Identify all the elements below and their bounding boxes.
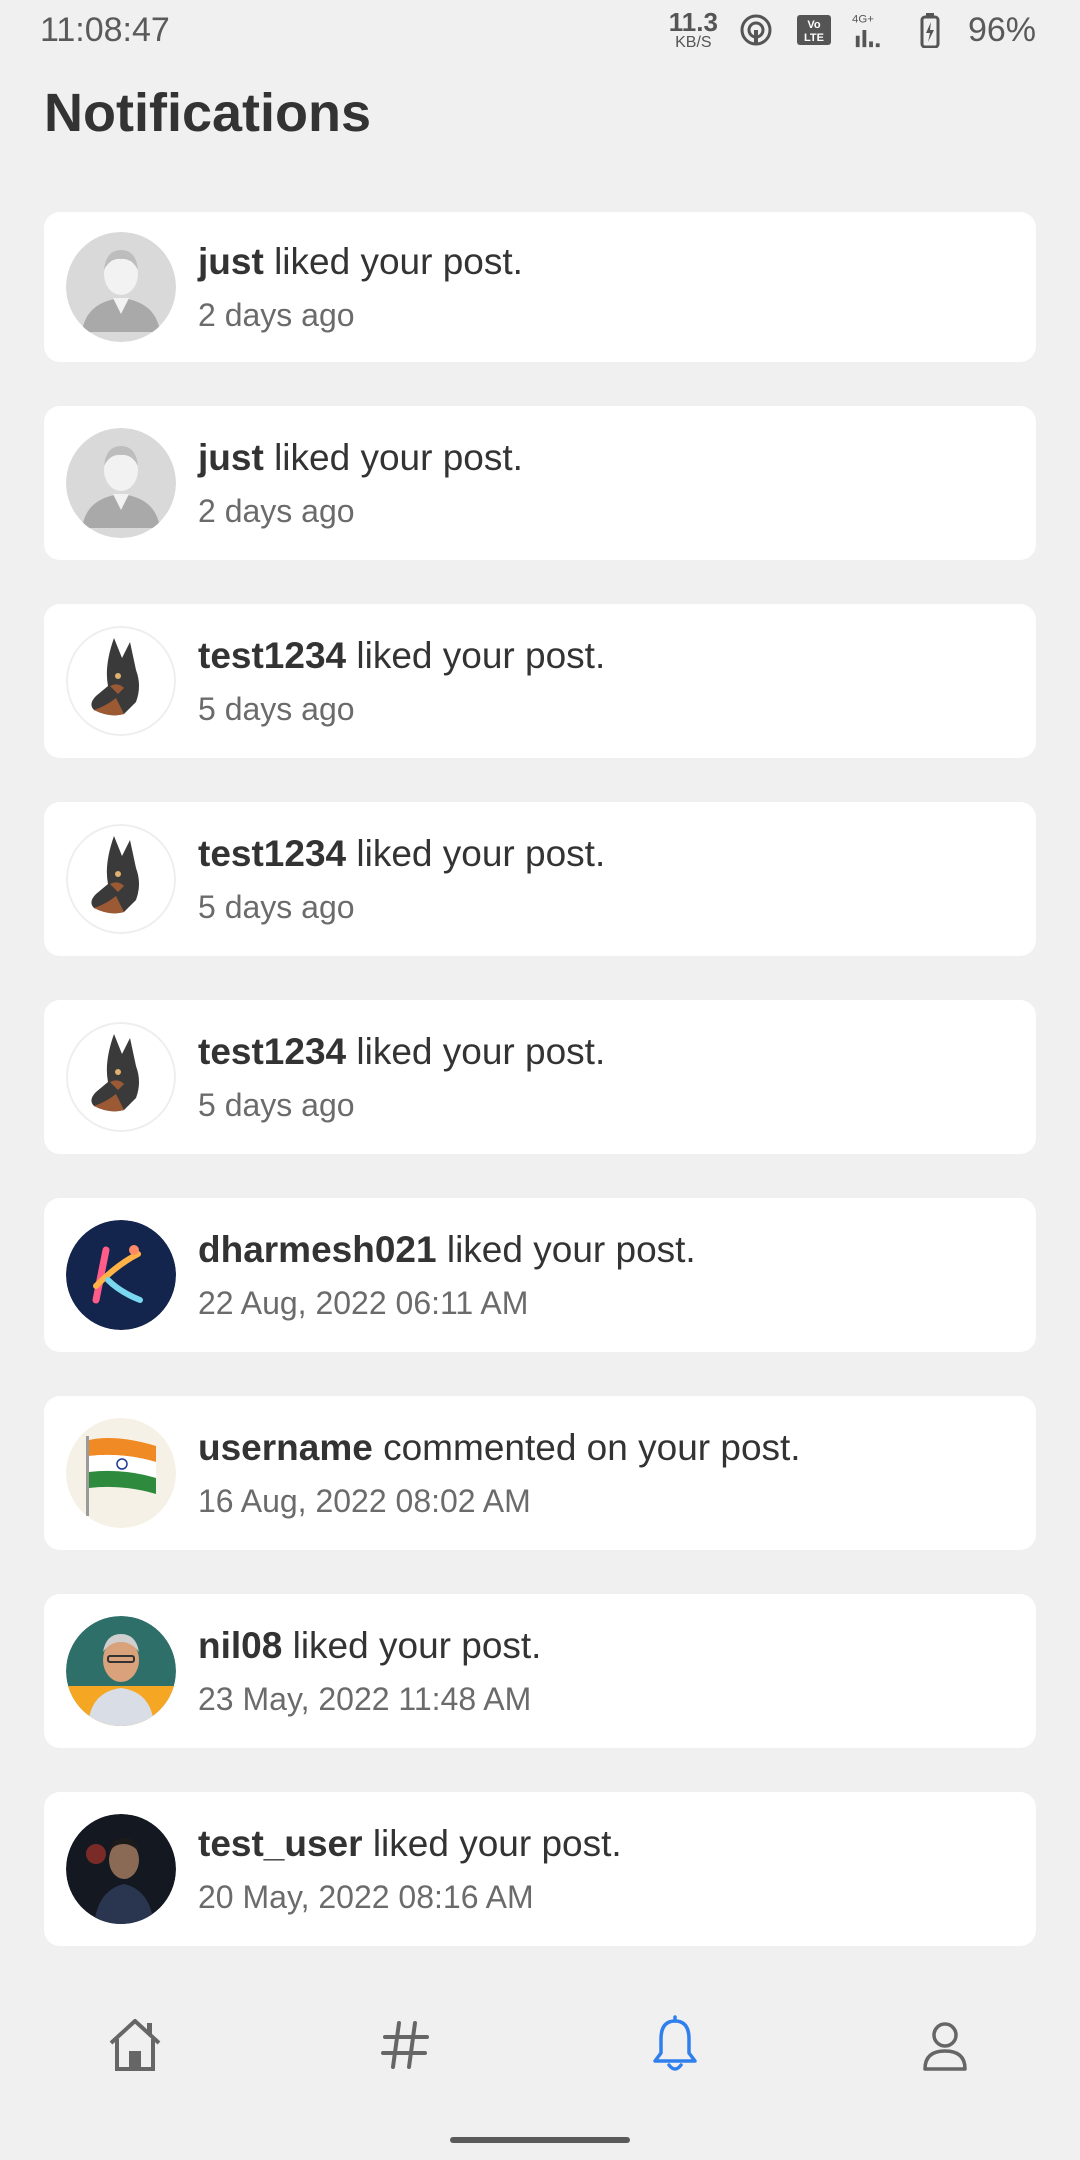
notification-time: 2 days ago xyxy=(198,493,355,529)
notification-username[interactable]: just xyxy=(198,437,264,478)
home-icon xyxy=(109,2019,161,2071)
notification-username[interactable]: test1234 xyxy=(198,635,346,676)
notification-username[interactable]: username xyxy=(198,1427,373,1468)
notification-action: liked your post. xyxy=(274,437,523,478)
notification-list: just liked your post. 2 days ago just li… xyxy=(44,212,1036,1990)
page-title: Notifications xyxy=(44,83,372,143)
notification-action: commented on your post. xyxy=(383,1427,801,1468)
nav-notifications[interactable] xyxy=(635,2005,715,2085)
volte-icon: Vo LTE xyxy=(794,10,834,50)
notification-item[interactable]: test1234 liked your post. 5 days ago xyxy=(44,604,1036,758)
signal-icon: 4G+ xyxy=(852,10,892,50)
status-bar: 11:08:47 11.3 KB/S Vo LTE 4G+ 96% xyxy=(0,0,1080,60)
notification-username[interactable]: just xyxy=(198,241,264,282)
notification-action: liked your post. xyxy=(372,1823,622,1864)
hashtag-icon xyxy=(381,2021,429,2069)
notification-username[interactable]: test_user xyxy=(198,1823,363,1864)
notification-action: liked your post. xyxy=(274,241,523,282)
notification-action: liked your post. xyxy=(446,1229,696,1270)
notification-username[interactable]: dharmesh021 xyxy=(198,1229,437,1270)
status-time: 11:08:47 xyxy=(40,10,170,49)
dog-avatar[interactable] xyxy=(66,626,176,736)
notification-item[interactable]: test1234 liked your post. 5 days ago xyxy=(44,1000,1036,1154)
default-person-avatar[interactable] xyxy=(66,232,176,342)
flag-avatar[interactable] xyxy=(66,1418,176,1528)
notification-username[interactable]: nil08 xyxy=(198,1625,282,1666)
dog-avatar[interactable] xyxy=(66,824,176,934)
home-indicator[interactable] xyxy=(450,2137,630,2143)
net-speed-unit: KB/S xyxy=(675,34,712,51)
notification-time: 5 days ago xyxy=(198,1087,355,1123)
notification-time: 23 May, 2022 11:48 AM xyxy=(198,1681,532,1717)
nav-explore[interactable] xyxy=(365,2005,445,2085)
dog-avatar[interactable] xyxy=(66,1022,176,1132)
battery-level: 96% xyxy=(967,10,1036,49)
notification-time: 2 days ago xyxy=(198,297,355,333)
svg-text:Vo: Vo xyxy=(807,19,821,31)
notification-item[interactable]: dharmesh021 liked your post. 22 Aug, 202… xyxy=(44,1198,1036,1352)
notification-item[interactable]: test_user liked your post. 20 May, 2022 … xyxy=(44,1792,1036,1946)
notification-item[interactable]: username commented on your post. 16 Aug,… xyxy=(44,1396,1036,1550)
notification-username[interactable]: test1234 xyxy=(198,1031,346,1072)
notification-action: liked your post. xyxy=(356,1031,606,1072)
photo-avatar-dark[interactable] xyxy=(66,1814,176,1924)
notification-time: 22 Aug, 2022 06:11 AM xyxy=(198,1285,529,1321)
logo-avatar[interactable] xyxy=(66,1220,176,1330)
notification-time: 5 days ago xyxy=(198,889,355,925)
notification-item[interactable]: just liked your post. 2 days ago xyxy=(44,406,1036,560)
notification-action: liked your post. xyxy=(356,833,606,874)
svg-text:4G+: 4G+ xyxy=(852,13,874,25)
nav-home[interactable] xyxy=(95,2005,175,2085)
notification-item[interactable]: just liked your post. 2 days ago xyxy=(44,212,1036,362)
notification-time: 5 days ago xyxy=(198,691,355,727)
bell-icon xyxy=(653,2015,697,2071)
net-speed: 11.3 KB/S xyxy=(669,9,718,51)
svg-text:LTE: LTE xyxy=(804,32,824,44)
notification-username[interactable]: test1234 xyxy=(198,833,346,874)
photo-avatar[interactable] xyxy=(66,1616,176,1726)
status-icons: 11.3 KB/S Vo LTE 4G+ 96% xyxy=(669,9,1036,51)
hotspot-icon xyxy=(736,10,776,50)
nav-profile[interactable] xyxy=(905,2005,985,2085)
notification-time: 16 Aug, 2022 08:02 AM xyxy=(198,1483,531,1519)
profile-icon xyxy=(923,2022,967,2071)
notification-action: liked your post. xyxy=(356,635,606,676)
notification-item[interactable]: test1234 liked your post. 5 days ago xyxy=(44,802,1036,956)
notification-time: 20 May, 2022 08:16 AM xyxy=(198,1879,534,1915)
battery-icon xyxy=(910,10,950,50)
net-speed-value: 11.3 xyxy=(668,7,718,37)
notification-item[interactable]: nil08 liked your post. 23 May, 2022 11:4… xyxy=(44,1594,1036,1748)
default-person-avatar[interactable] xyxy=(66,428,176,538)
bottom-nav xyxy=(0,1990,1080,2100)
notification-action: liked your post. xyxy=(292,1625,542,1666)
